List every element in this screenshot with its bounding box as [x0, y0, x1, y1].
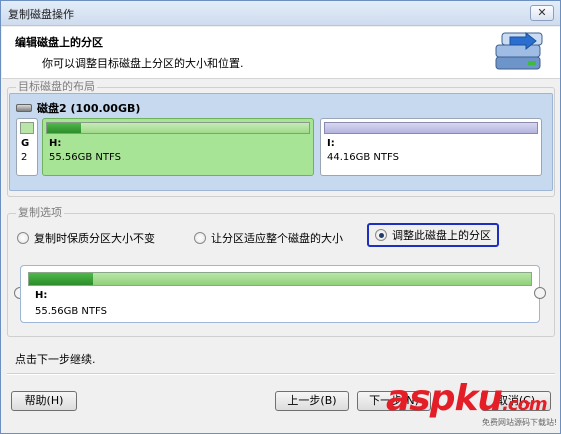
resize-partition-info: 55.56GB NTFS: [35, 306, 107, 317]
partition-h-letter: H:: [49, 138, 62, 149]
titlebar: 复制磁盘操作 ✕: [1, 1, 560, 26]
window-title: 复制磁盘操作: [8, 8, 74, 21]
disk-layout-panel: 磁盘2 (100.00GB) G 2 H: 55.56GB NTFS I: 44…: [9, 93, 553, 191]
disk-icon: [16, 104, 32, 112]
partition-h-used: [47, 123, 81, 133]
disk-copy-icon: [495, 31, 543, 70]
resize-partition-bar: [28, 272, 532, 286]
partition-g[interactable]: G 2: [16, 118, 38, 176]
footer-separator: [7, 373, 555, 375]
option-adjust-partitions-radio[interactable]: [375, 229, 387, 241]
partition-i-info: 44.16GB NTFS: [327, 152, 399, 163]
option-adjust-partitions[interactable]: 调整此磁盘上的分区: [367, 223, 499, 247]
disk-label: 磁盘2 (100.00GB): [16, 100, 140, 116]
header: 编辑磁盘上的分区 你可以调整目标磁盘上分区的大小和位置.: [2, 27, 560, 79]
close-button[interactable]: ✕: [530, 5, 554, 21]
layout-group-title: 目标磁盘的布局: [16, 80, 97, 93]
close-icon: ✕: [537, 6, 547, 19]
option-keep-size-label: 复制时保质分区大小不变: [34, 232, 155, 245]
partition-i[interactable]: I: 44.16GB NTFS: [320, 118, 542, 176]
options-group-title: 复制选项: [16, 206, 64, 219]
back-button[interactable]: 上一步(B): [275, 391, 349, 411]
back-button-label: 上一步(B): [287, 394, 337, 407]
partition-i-letter: I:: [327, 138, 335, 149]
option-adjust-partitions-label: 调整此磁盘上的分区: [392, 229, 491, 242]
option-keep-size-radio[interactable]: [17, 232, 29, 244]
option-fit-disk-label: 让分区适应整个磁盘的大小: [211, 232, 343, 245]
option-fit-disk[interactable]: 让分区适应整个磁盘的大小: [194, 230, 343, 246]
header-title: 编辑磁盘上的分区: [15, 36, 103, 49]
resize-partition-h[interactable]: H: 55.56GB NTFS: [20, 265, 540, 323]
help-button-label: 帮助(H): [24, 394, 64, 407]
header-subtitle: 你可以调整目标磁盘上分区的大小和位置.: [42, 57, 244, 70]
partition-h-info: 55.56GB NTFS: [49, 152, 121, 163]
option-keep-size[interactable]: 复制时保质分区大小不变: [17, 230, 155, 246]
partition-h-bar: [46, 122, 310, 134]
disk-name: 磁盘2 (100.00GB): [37, 102, 141, 115]
partition-g-bar: [20, 122, 34, 134]
partition-i-bar: [324, 122, 538, 134]
watermark-sub: 免费网站源码下载站!: [482, 418, 558, 427]
partition-h[interactable]: H: 55.56GB NTFS: [42, 118, 314, 176]
resize-partition-used: [29, 273, 93, 285]
dialog-window: 复制磁盘操作 ✕ 编辑磁盘上的分区 你可以调整目标磁盘上分区的大小和位置. 目标…: [0, 0, 561, 434]
resize-partition-letter: H:: [35, 290, 48, 301]
partition-g-info: 2: [21, 152, 28, 163]
hint-text: 点击下一步继续.: [15, 353, 96, 366]
partition-g-letter: G: [21, 138, 30, 149]
resize-handle-right[interactable]: [534, 287, 546, 299]
option-fit-disk-radio[interactable]: [194, 232, 206, 244]
watermark-logo: aspku.com 免费网站源码下载站!: [386, 379, 561, 434]
help-button[interactable]: 帮助(H): [11, 391, 77, 411]
